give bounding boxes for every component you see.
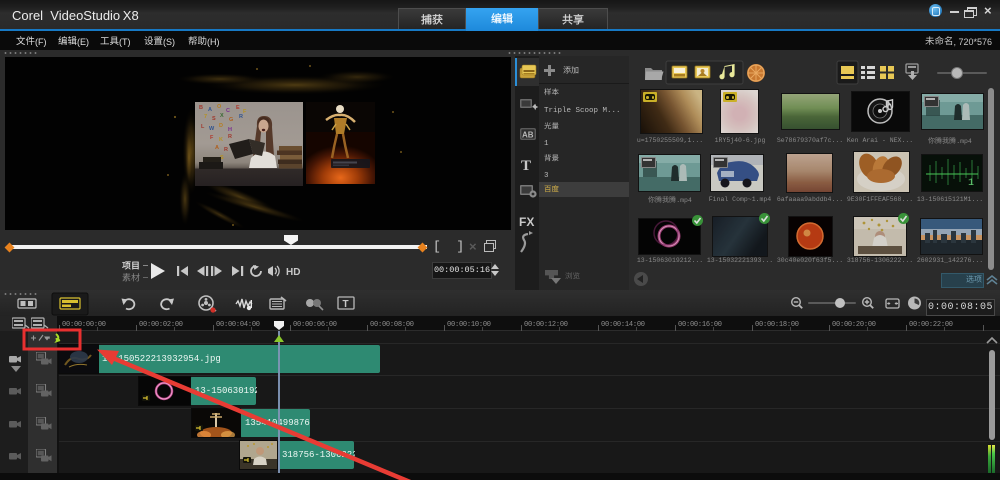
svg-text:O: O — [217, 104, 222, 110]
svg-text:H: H — [228, 127, 232, 133]
svg-text:G: G — [229, 117, 233, 123]
svg-text:FX: FX — [519, 215, 534, 229]
svg-text:A: A — [215, 145, 219, 151]
svg-text:R: R — [228, 134, 232, 140]
svg-text:W: W — [209, 126, 215, 132]
svg-text:C: C — [226, 108, 230, 114]
svg-text:R: R — [224, 147, 228, 153]
svg-text:S: S — [212, 116, 216, 122]
svg-text:R: R — [239, 114, 243, 120]
svg-text:AB: AB — [522, 131, 534, 140]
svg-text:7: 7 — [204, 114, 207, 120]
svg-text:1: 1 — [968, 178, 974, 189]
svg-text:T: T — [521, 158, 531, 174]
svg-text:HD: HD — [286, 267, 300, 278]
svg-text:A: A — [208, 107, 212, 113]
svg-text:E: E — [236, 105, 240, 111]
svg-text:D: D — [219, 123, 223, 129]
svg-text:X: X — [220, 113, 224, 119]
svg-text:K: K — [219, 137, 223, 143]
svg-text:B: B — [199, 105, 203, 111]
